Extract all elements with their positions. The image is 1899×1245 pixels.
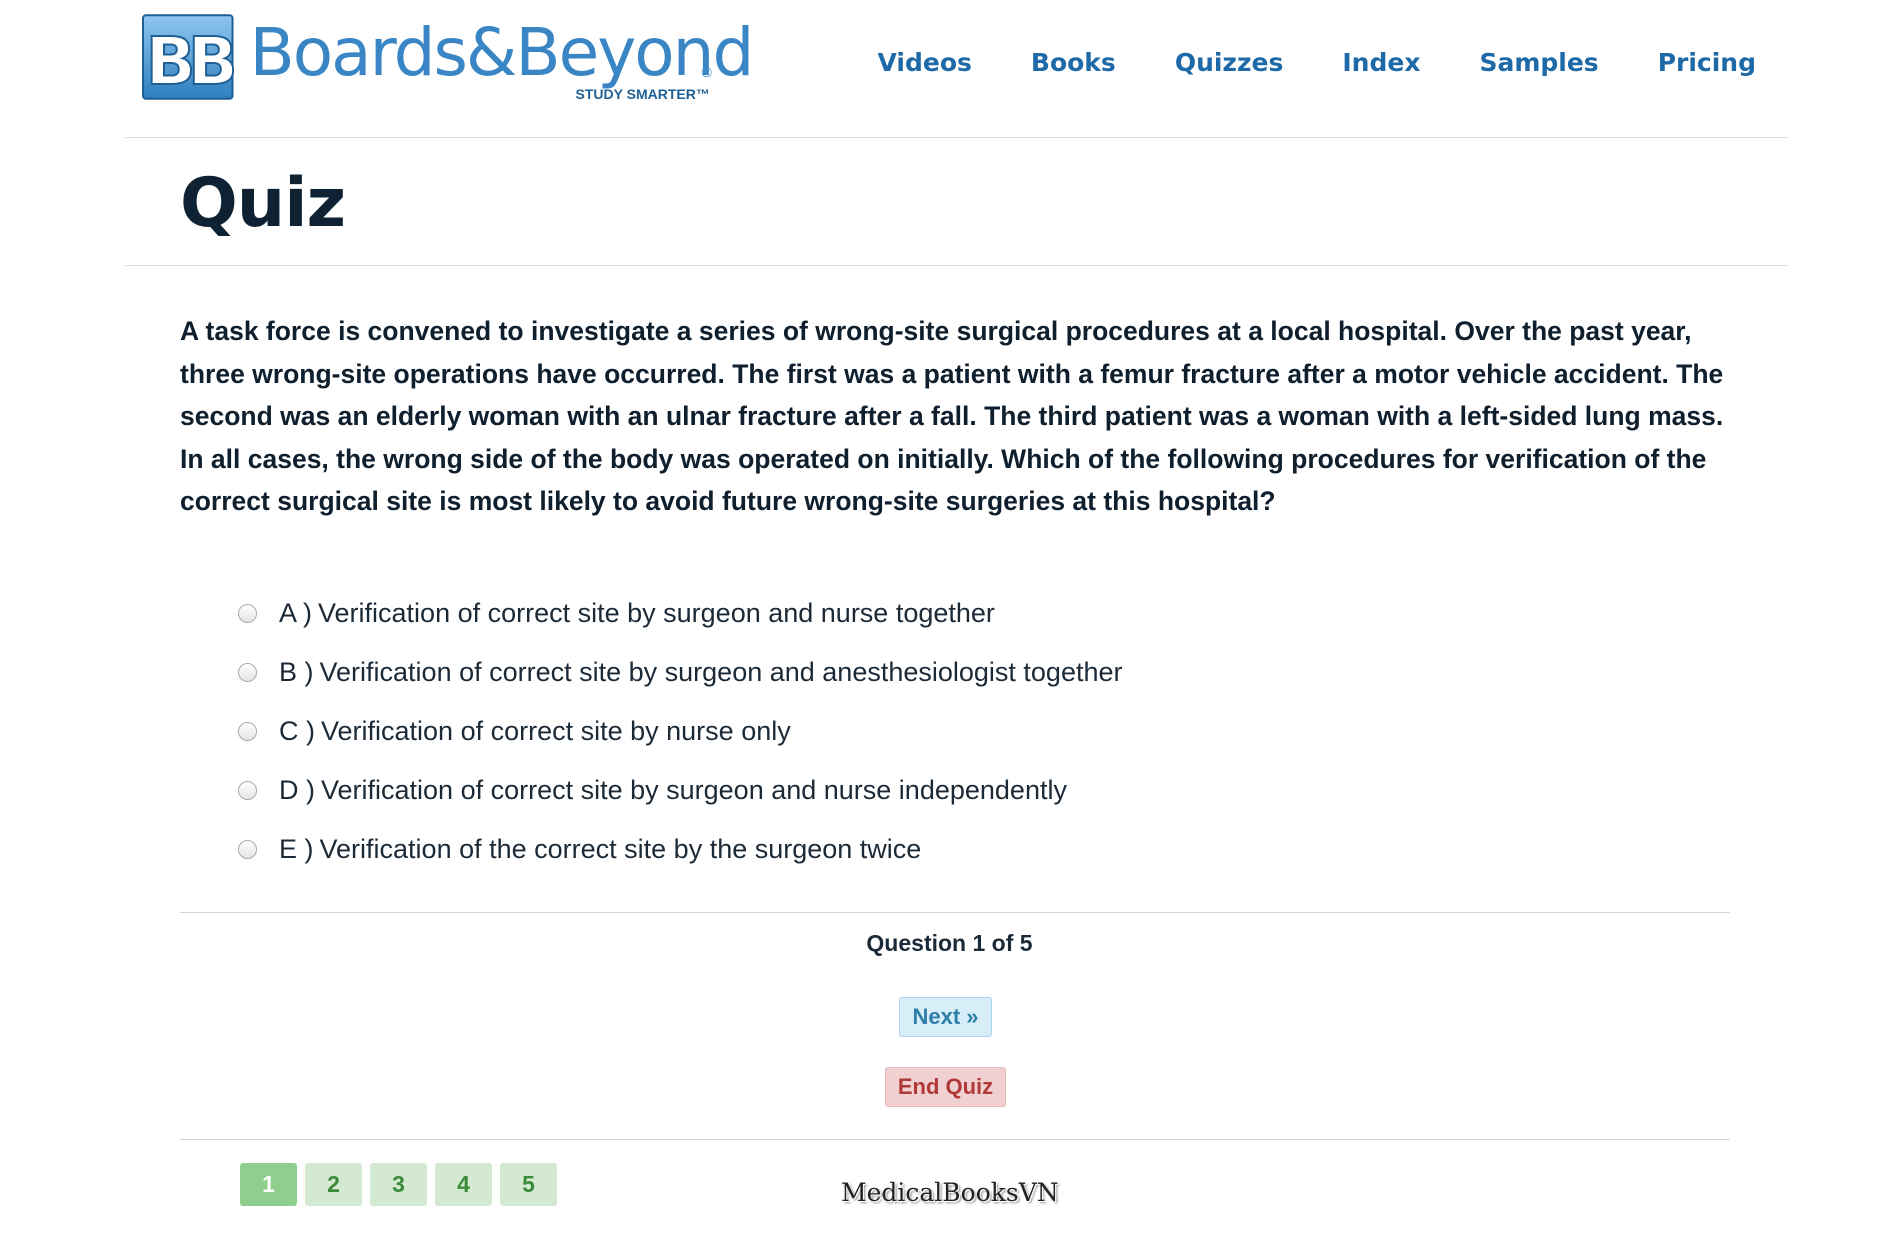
answer-d-text[interactable]: Verification of correct site by surgeon … xyxy=(321,775,1067,806)
answer-option-d[interactable]: D ) Verification of correct site by surg… xyxy=(238,761,1123,820)
answer-e-text[interactable]: Verification of the correct site by the … xyxy=(320,834,922,865)
answer-c-letter: C ) xyxy=(279,716,315,746)
answer-b-text[interactable]: Verification of correct site by surgeon … xyxy=(320,657,1123,688)
answer-e-letter: E ) xyxy=(279,834,314,864)
page-button-5[interactable]: 5 xyxy=(500,1163,557,1206)
divider-top xyxy=(180,912,1730,913)
answer-d-letter: D ) xyxy=(279,775,315,805)
page-title: Quiz xyxy=(180,164,346,243)
boards-beyond-logo[interactable]: BB Boards&Beyond ® STUDY SMARTER™ xyxy=(142,14,755,104)
page-button-1[interactable]: 1 xyxy=(240,1163,297,1206)
answer-option-c[interactable]: C ) Verification of correct site by nurs… xyxy=(238,702,1123,761)
nav-books[interactable]: Books xyxy=(1031,48,1116,77)
answer-c-radio[interactable] xyxy=(238,722,257,741)
svg-text:BB: BB xyxy=(146,24,234,100)
question-pagination: 1 2 3 4 5 xyxy=(240,1163,557,1206)
nav-videos[interactable]: Videos xyxy=(878,48,972,77)
logo-wordmark: Boards&Beyond ® STUDY SMARTER™ xyxy=(250,14,755,104)
answer-option-a[interactable]: A ) Verification of correct site by surg… xyxy=(238,584,1123,643)
page-button-3[interactable]: 3 xyxy=(370,1163,427,1206)
logo-brand-text: Boards&Beyond xyxy=(249,14,755,91)
answer-b-letter: B ) xyxy=(279,657,314,687)
page-button-2[interactable]: 2 xyxy=(305,1163,362,1206)
bb-logo-icon: BB xyxy=(142,14,234,100)
question-text: A task force is convened to investigate … xyxy=(180,316,1724,516)
page-button-4[interactable]: 4 xyxy=(435,1163,492,1206)
answer-c-text[interactable]: Verification of correct site by nurse on… xyxy=(321,716,791,747)
watermark-text: MedicalBooksVN xyxy=(841,1178,1059,1207)
answer-e-radio[interactable] xyxy=(238,840,257,859)
answer-a-radio[interactable] xyxy=(238,604,257,623)
logo-registered-mark: ® xyxy=(701,64,712,80)
site-header: BB Boards&Beyond ® STUDY SMARTER™ Videos… xyxy=(125,0,1788,138)
answer-option-e[interactable]: E ) Verification of the correct site by … xyxy=(238,820,1123,879)
answer-b-radio[interactable] xyxy=(238,663,257,682)
main-nav: Videos Books Quizzes Index Samples Prici… xyxy=(878,48,1757,77)
nav-index[interactable]: Index xyxy=(1342,48,1420,77)
end-quiz-button[interactable]: End Quiz xyxy=(885,1067,1006,1107)
nav-samples[interactable]: Samples xyxy=(1479,48,1598,77)
answer-option-b[interactable]: B ) Verification of correct site by surg… xyxy=(238,643,1123,702)
quiz-page: BB Boards&Beyond ® STUDY SMARTER™ Videos… xyxy=(0,0,1899,1245)
divider-bottom xyxy=(180,1139,1730,1140)
nav-pricing[interactable]: Pricing xyxy=(1658,48,1756,77)
next-button[interactable]: Next » xyxy=(899,997,992,1037)
logo-tagline: STUDY SMARTER™ xyxy=(575,86,710,102)
answer-a-letter: A ) xyxy=(279,598,313,628)
nav-quizzes[interactable]: Quizzes xyxy=(1175,48,1284,77)
answer-d-radio[interactable] xyxy=(238,781,257,800)
title-bar: Quiz xyxy=(125,138,1788,266)
question-progress: Question 1 of 5 xyxy=(866,930,1033,956)
answer-list: A ) Verification of correct site by surg… xyxy=(238,584,1123,879)
answer-a-text[interactable]: Verification of correct site by surgeon … xyxy=(318,598,995,629)
